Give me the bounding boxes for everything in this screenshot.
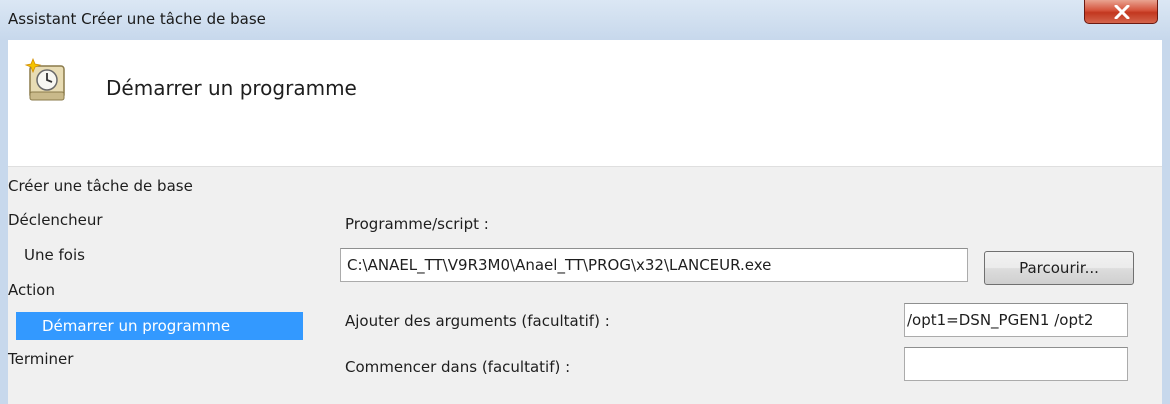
window-title: Assistant Créer une tâche de base (8, 10, 266, 28)
step-trigger[interactable]: Déclencheur (8, 211, 103, 229)
page-title: Démarrer un programme (106, 76, 357, 100)
arguments-label: Ajouter des arguments (facultatif) : (345, 312, 610, 330)
step-once[interactable]: Une fois (24, 246, 85, 264)
window-frame-right (1162, 40, 1170, 404)
step-create-basic-task[interactable]: Créer une tâche de base (8, 177, 193, 195)
arguments-input[interactable]: /opt1=DSN_PGEN1 /opt2 (904, 303, 1128, 337)
wizard-body: Créer une tâche de base Déclencheur Une … (8, 167, 1162, 404)
step-finish[interactable]: Terminer (8, 350, 73, 368)
step-start-program[interactable]: Démarrer un programme (16, 312, 303, 340)
program-script-input[interactable]: C:\ANAEL_TT\V9R3M0\Anael_TT\PROG\x32\LAN… (340, 248, 968, 282)
close-button[interactable] (1084, 0, 1158, 24)
start-in-label: Commencer dans (facultatif) : (345, 358, 571, 376)
browse-button[interactable]: Parcourir... (984, 251, 1134, 285)
scheduled-task-clock-icon (24, 58, 65, 101)
window-frame-left (0, 40, 8, 404)
wizard-header: Démarrer un programme (8, 40, 1162, 167)
program-script-label: Programme/script : (345, 215, 489, 233)
step-action[interactable]: Action (8, 281, 55, 299)
start-in-input[interactable] (904, 347, 1128, 381)
title-bar: Assistant Créer une tâche de base (0, 0, 1170, 40)
close-icon (1114, 5, 1130, 19)
